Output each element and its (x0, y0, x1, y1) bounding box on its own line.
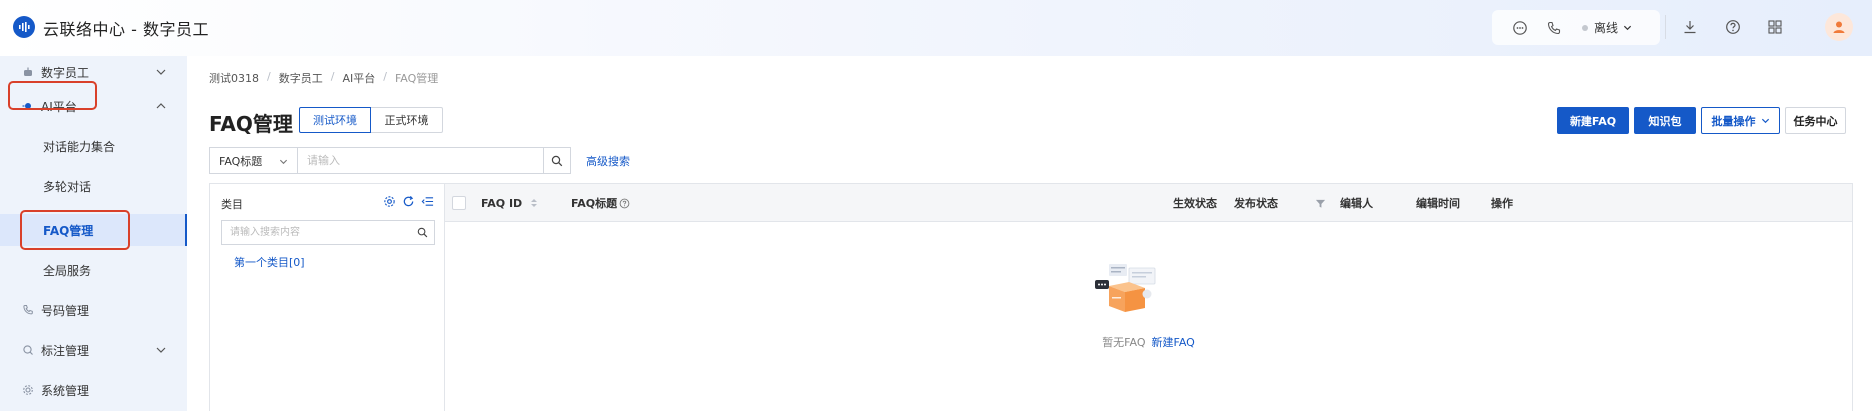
chat-icon[interactable] (1512, 10, 1528, 45)
sidebar-item-label: 数字员工 (41, 65, 90, 80)
user-avatar[interactable] (1825, 13, 1853, 41)
column-actions: 操作 (1491, 184, 1513, 222)
collapse-list-icon[interactable] (421, 195, 434, 208)
category-toolbar (383, 195, 434, 208)
search-input[interactable] (298, 148, 543, 173)
header-toolbox: 离线 (1492, 10, 1660, 45)
column-publish-status: 发布状态 (1234, 184, 1278, 222)
sidebar-item-system-management[interactable]: 系统管理 (0, 374, 187, 406)
column-label: 编辑人 (1340, 197, 1373, 210)
empty-message: 暂无FAQ 新建FAQ (445, 334, 1852, 350)
header-divider (1665, 15, 1666, 39)
column-label: FAQ标题 (571, 197, 618, 210)
search-field-value: FAQ标题 (219, 154, 263, 168)
highlight-box (20, 210, 130, 250)
column-label: 操作 (1491, 197, 1513, 210)
app-title: 云联络中心 - 数字员工 (43, 20, 209, 39)
search-icon[interactable] (543, 148, 570, 173)
chevron-up-icon (156, 103, 166, 109)
page-title: FAQ管理 (209, 112, 293, 136)
sidebar: 数字员工 AI平台 对话能力集合 多轮对话 FAQ管理 全局服务 号码管理 标注… (0, 56, 187, 411)
breadcrumb-item[interactable]: 测试0318 (209, 70, 259, 86)
status-text: 离线 (1594, 21, 1619, 35)
download-icon[interactable] (1680, 17, 1700, 37)
category-panel: 类目 第一个类目[0] (209, 183, 445, 411)
chevron-down-icon (156, 69, 166, 75)
tab-test-env[interactable]: 测试环境 (299, 107, 371, 133)
settings-icon (21, 383, 35, 397)
app-logo-icon (13, 16, 35, 38)
column-label: 编辑时间 (1416, 197, 1460, 210)
sidebar-item-number-management[interactable]: 号码管理 (0, 294, 187, 326)
table-header: FAQ ID FAQ标题 生效状态 发布状态 编辑人 编辑时间 操作 (445, 184, 1852, 222)
column-label: 生效状态 (1173, 197, 1217, 210)
category-node[interactable]: 第一个类目[0] (234, 254, 305, 270)
empty-new-faq-link[interactable]: 新建FAQ (1152, 336, 1195, 349)
category-search (221, 220, 435, 245)
top-header: 云联络中心 - 数字员工 离线 (0, 0, 1872, 56)
breadcrumb-current: FAQ管理 (394, 72, 439, 85)
breadcrumb: 测试0318 / 数字员工 / AI平台 / FAQ管理 (209, 70, 439, 86)
phone-icon (21, 303, 35, 317)
batch-ops-label: 批量操作 (1711, 114, 1756, 128)
help-icon[interactable] (1723, 17, 1743, 37)
breadcrumb-item[interactable]: 数字员工 (279, 70, 323, 86)
tab-prod-env[interactable]: 正式环境 (371, 107, 443, 133)
robot-icon (21, 65, 35, 79)
sidebar-item-label: 标注管理 (41, 343, 90, 358)
filter-icon[interactable] (1315, 184, 1326, 222)
column-effective-status: 生效状态 (1173, 184, 1217, 222)
settings-icon[interactable] (383, 195, 396, 208)
status-dropdown[interactable]: 离线 (1582, 10, 1632, 45)
breadcrumb-item[interactable]: AI平台 (342, 70, 375, 86)
new-faq-button[interactable]: 新建FAQ (1557, 107, 1629, 134)
search-icon[interactable] (410, 221, 434, 244)
empty-text: 暂无FAQ (1102, 336, 1146, 349)
sidebar-item-label: 号码管理 (41, 303, 90, 318)
highlight-box (8, 81, 97, 110)
search-field-select[interactable]: FAQ标题 (210, 148, 298, 173)
category-title: 类目 (221, 198, 243, 211)
column-edit-time: 编辑时间 (1416, 184, 1460, 222)
column-faq-title: FAQ标题 (571, 184, 630, 222)
tag-icon (21, 343, 35, 357)
sidebar-subitem-global-services[interactable]: 全局服务 (0, 254, 187, 286)
sidebar-subitem-multi-turn[interactable]: 多轮对话 (0, 170, 187, 202)
chevron-down-icon (1761, 118, 1769, 124)
sidebar-item-label: 全局服务 (43, 263, 92, 278)
refresh-icon[interactable] (402, 195, 415, 208)
column-faq-id[interactable]: FAQ ID (481, 184, 538, 222)
sidebar-item-annotation-management[interactable]: 标注管理 (0, 334, 187, 366)
category-search-input[interactable] (222, 221, 410, 244)
question-icon[interactable] (619, 198, 630, 209)
sidebar-item-label: 多轮对话 (43, 179, 92, 194)
column-label: 发布状态 (1234, 197, 1278, 210)
chevron-down-icon (156, 347, 166, 353)
chevron-down-icon (279, 159, 288, 165)
select-all-checkbox[interactable] (452, 196, 466, 210)
advanced-search-link[interactable]: 高级搜索 (586, 153, 630, 169)
column-label: FAQ ID (481, 196, 523, 210)
main-content: 测试0318 / 数字员工 / AI平台 / FAQ管理 FAQ管理 测试环境 … (187, 56, 1872, 411)
sidebar-item-label: 对话能力集合 (43, 139, 116, 154)
sidebar-subitem-dialog-capabilities[interactable]: 对话能力集合 (0, 130, 187, 162)
faq-search-bar: FAQ标题 (209, 147, 571, 174)
sort-icon[interactable] (530, 197, 538, 209)
knowledge-pack-button[interactable]: 知识包 (1634, 107, 1696, 134)
sidebar-item-label: 系统管理 (41, 383, 90, 398)
empty-state: 暂无FAQ 新建FAQ (445, 222, 1852, 411)
column-editor: 编辑人 (1340, 184, 1373, 222)
batch-ops-dropdown[interactable]: 批量操作 (1701, 107, 1780, 134)
empty-box-illustration (1095, 264, 1156, 312)
faq-table: FAQ ID FAQ标题 生效状态 发布状态 编辑人 编辑时间 操作 暂无FAQ… (445, 183, 1853, 411)
phone-call-icon[interactable] (1546, 10, 1562, 45)
task-center-button[interactable]: 任务中心 (1785, 107, 1846, 134)
chevron-down-icon (1623, 25, 1632, 31)
status-dot (1582, 24, 1588, 31)
apps-grid-icon[interactable] (1765, 17, 1785, 37)
